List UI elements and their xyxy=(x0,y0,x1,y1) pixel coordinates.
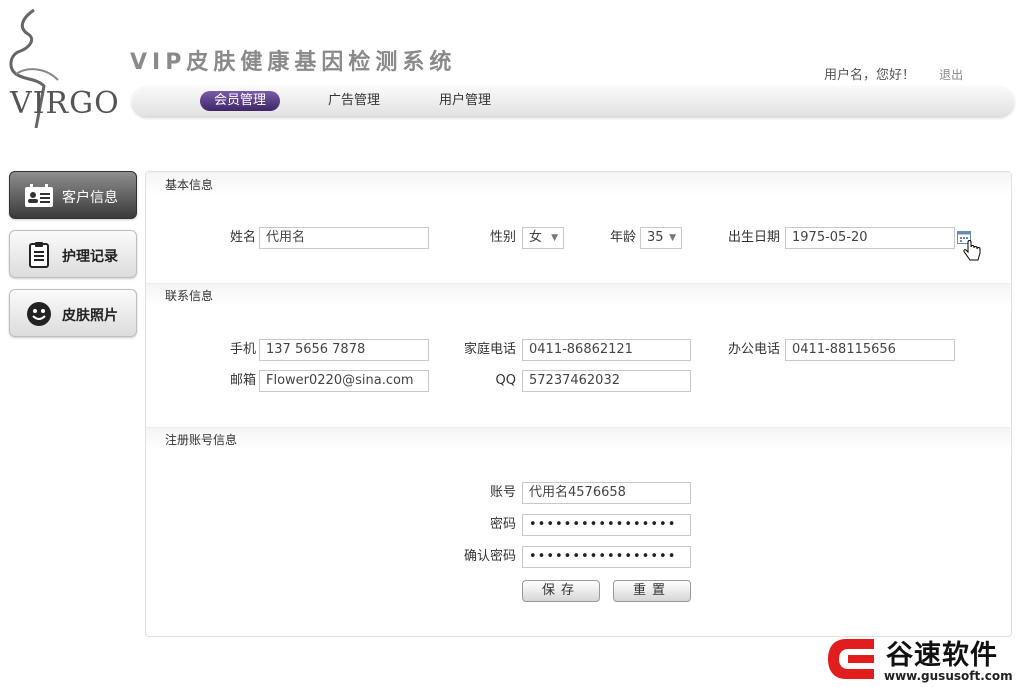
watermark-url: www.gususoft.com xyxy=(884,669,1013,683)
name-field[interactable]: 代用名 xyxy=(259,227,429,249)
sidebar-item-label: 皮肤照片 xyxy=(62,308,118,324)
email-field[interactable]: Flower0220@sina.com xyxy=(259,370,429,392)
account-label: 账号 xyxy=(489,485,516,500)
nav-member-management[interactable]: 会员管理 xyxy=(200,91,281,111)
age-value: 35 xyxy=(647,230,664,245)
clipboard-icon xyxy=(29,242,49,268)
id-card-icon xyxy=(25,184,53,207)
sidebar-item-skin-photos[interactable]: 皮肤照片 xyxy=(9,289,137,337)
section-heading-account: 注册账号信息 xyxy=(146,427,1011,451)
age-label: 年龄 xyxy=(609,230,636,245)
watermark-brand: 谷速软件 xyxy=(886,640,998,671)
name-label: 姓名 xyxy=(229,230,256,245)
user-area: 用户名，您好！ 退出 xyxy=(824,64,963,83)
app-title: VIP皮肤健康基因检测系统 xyxy=(130,50,457,75)
mobile-label: 手机 xyxy=(229,342,256,357)
confirm-password-field[interactable]: ••••••••••••••••• xyxy=(522,546,691,568)
watermark: 谷速软件 www.gususoft.com xyxy=(824,631,1020,687)
nav-user-management[interactable]: 用户管理 xyxy=(425,91,505,111)
office-phone-field[interactable]: 0411-88115656 xyxy=(785,339,955,361)
customer-info-panel: 基本信息 姓名 代用名 性别 女 ▼ 年龄 35 ▼ 出生日期 1975-05-… xyxy=(145,171,1012,637)
gender-label: 性别 xyxy=(489,230,516,245)
greeting-text: 用户名，您好！ xyxy=(824,68,916,83)
age-select[interactable]: 35 ▼ xyxy=(640,227,682,249)
home-phone-label: 家庭电话 xyxy=(463,342,516,357)
nav-ad-management[interactable]: 广告管理 xyxy=(314,91,394,111)
reset-button[interactable]: 重置 xyxy=(613,580,691,602)
logo-text: VIRGO xyxy=(10,86,120,121)
logo: VIRGO xyxy=(6,8,126,128)
confirm-password-label: 确认密码 xyxy=(463,549,516,564)
logout-link[interactable]: 退出 xyxy=(939,68,963,82)
gender-value: 女 xyxy=(529,230,543,245)
smiley-icon xyxy=(27,302,51,326)
hand-cursor-icon xyxy=(963,240,981,261)
qq-field[interactable]: 57237462032 xyxy=(522,370,691,392)
section-heading-basic: 基本信息 xyxy=(146,172,1011,196)
gender-select[interactable]: 女 ▼ xyxy=(522,227,564,249)
account-field[interactable]: 代用名4576658 xyxy=(522,482,691,504)
birth-date-label: 出生日期 xyxy=(727,230,780,245)
main-nav: 会员管理 广告管理 用户管理 xyxy=(132,86,1014,116)
email-label: 邮箱 xyxy=(229,373,256,388)
sidebar-item-care-records[interactable]: 护理记录 xyxy=(9,230,137,278)
save-button[interactable]: 保存 xyxy=(522,580,600,602)
chevron-down-icon: ▼ xyxy=(669,233,676,243)
chevron-down-icon: ▼ xyxy=(551,233,558,243)
sidebar-item-label: 客户信息 xyxy=(62,190,118,206)
gusu-logo-icon xyxy=(828,639,874,679)
section-heading-contact: 联系信息 xyxy=(146,283,1011,307)
office-phone-label: 办公电话 xyxy=(727,342,780,357)
sidebar-item-label: 护理记录 xyxy=(62,249,118,265)
birth-date-field[interactable]: 1975-05-20 xyxy=(785,227,955,249)
password-field[interactable]: ••••••••••••••••• xyxy=(522,514,691,536)
password-label: 密码 xyxy=(489,517,516,532)
qq-label: QQ xyxy=(495,373,516,388)
mobile-field[interactable]: 137 5656 7878 xyxy=(259,339,429,361)
sidebar-item-customer-info[interactable]: 客户信息 xyxy=(9,171,137,219)
home-phone-field[interactable]: 0411-86862121 xyxy=(522,339,691,361)
